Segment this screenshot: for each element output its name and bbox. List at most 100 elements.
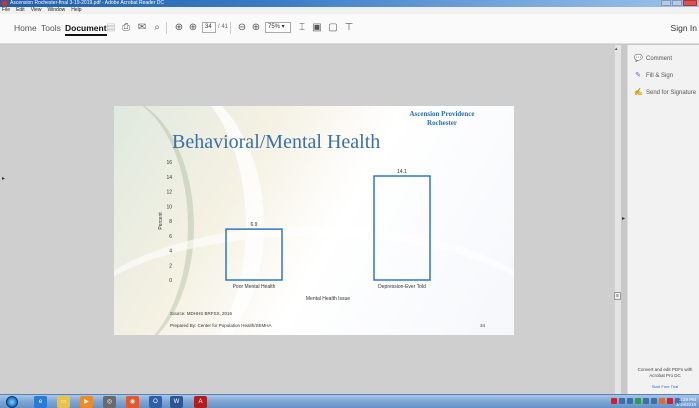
menu-window[interactable]: Window	[47, 7, 65, 14]
windows-taskbar: e ▭ ▶ ◎ ◉ O W A 3:29 PM 3/19/2019	[0, 394, 699, 408]
y-tick-label: 2	[169, 263, 172, 269]
word-icon[interactable]: W	[170, 396, 183, 408]
email-icon[interactable]: ✉	[136, 22, 148, 34]
y-tick-label: 10	[166, 204, 172, 210]
fullscreen-icon[interactable]: ▢	[327, 22, 339, 34]
system-tray	[611, 398, 681, 404]
x-category-label: Poor Mental Health	[233, 284, 276, 290]
bar	[225, 228, 283, 281]
toolbar-separator	[230, 22, 231, 34]
y-axis-label: Percent	[158, 212, 164, 230]
main-toolbar: Home Tools Document ▤ ⎙ ✉ ⌕ ⊕ ⊕ 34 / 41 …	[0, 14, 699, 44]
zoom-out-icon[interactable]: ⊖	[236, 22, 248, 34]
fill-sign-tool[interactable]: ✎ Fill & Sign	[634, 72, 673, 80]
sign-in-link[interactable]: Sign In	[671, 23, 697, 33]
comment-icon: 💬	[634, 55, 643, 62]
vertical-scrollbar[interactable]	[614, 45, 621, 394]
right-tools-panel: 💬 Comment ✎ Fill & Sign ✍ Send for Signa…	[627, 45, 699, 394]
fill-sign-icon: ✎	[635, 72, 641, 79]
menu-file[interactable]: File	[2, 7, 10, 14]
scroll-up-icon[interactable]: ▴	[615, 46, 618, 52]
clock-date: 3/19/2019	[675, 402, 696, 407]
tray-icon[interactable]	[651, 398, 657, 404]
zoom-value: 75%	[268, 24, 281, 30]
fit-page-icon[interactable]: ⌶	[296, 22, 308, 34]
tab-tools[interactable]: Tools	[41, 23, 61, 33]
data-label: 14.1	[397, 169, 407, 175]
tray-icon[interactable]	[659, 398, 665, 404]
tray-icon[interactable]	[611, 398, 617, 404]
media-player-icon[interactable]: ▶	[80, 396, 93, 408]
bar	[373, 175, 431, 281]
tab-home[interactable]: Home	[14, 23, 37, 33]
close-button[interactable]	[683, 0, 697, 6]
y-tick-label: 8	[169, 219, 172, 225]
outlook-icon[interactable]: O	[149, 396, 162, 408]
zoom-in-icon[interactable]: ⊕	[250, 22, 262, 34]
menu-help[interactable]: Help	[71, 7, 81, 14]
comment-tool[interactable]: 💬 Comment	[634, 55, 672, 63]
comment-label: Comment	[646, 56, 673, 62]
page-down-icon[interactable]: ⊕	[187, 22, 199, 34]
tray-icon[interactable]	[643, 398, 649, 404]
menu-bar: File Edit View Window Help	[0, 7, 699, 14]
page-number-input[interactable]: 34	[202, 22, 216, 33]
ie-icon[interactable]: e	[34, 396, 47, 408]
toolbar-separator	[166, 22, 167, 34]
tray-icon[interactable]	[619, 398, 625, 404]
start-free-trial-link[interactable]: Start Free Trial	[632, 384, 698, 389]
bar-chart: 0 2 4 6 8 10 12 14 16 Percent 6.9 Poor Mental Healt…	[158, 158, 489, 313]
page-thumbnail-button[interactable]: ≡	[614, 292, 621, 300]
window-titlebar: Ascension Rochester-final 3-19-2019.pdf …	[0, 0, 699, 7]
x-category-label: Depression-Ever Told	[378, 284, 426, 290]
search-icon[interactable]: ⌕	[151, 22, 163, 34]
logo-line2: Rochester	[427, 119, 457, 127]
right-panel-toggle-icon[interactable]: ▸	[622, 215, 625, 222]
chrome-icon[interactable]: ◉	[126, 396, 139, 408]
y-tick-label: 16	[166, 160, 172, 166]
slide-logo: Ascension Providence Rochester	[382, 110, 502, 128]
slide-title: Behavioral/Mental Health	[172, 131, 381, 153]
acrobat-taskbar-icon[interactable]: A	[194, 396, 207, 408]
tab-document[interactable]: Document	[65, 23, 107, 36]
y-tick-label: 6	[169, 234, 172, 240]
scroll-mode-icon[interactable]: ▣	[311, 22, 323, 34]
left-panel-toggle-icon[interactable]: ▸	[2, 175, 5, 182]
bar-chart-svg: 0 2 4 6 8 10 12 14 16 Percent 6.9 Poor Mental Healt…	[158, 160, 431, 302]
page-total: / 41	[218, 24, 229, 30]
slide-prepared-by: Prepared By: Center for Population Healt…	[170, 323, 272, 328]
save-icon[interactable]: ▤	[105, 22, 117, 34]
y-tick-label: 12	[166, 190, 172, 196]
tray-icon[interactable]	[667, 398, 673, 404]
y-tick-label: 0	[169, 278, 172, 284]
window-controls	[661, 0, 697, 7]
tray-icon[interactable]	[635, 398, 641, 404]
logo-line1: Ascension Providence	[409, 110, 475, 118]
explorer-icon[interactable]: ▭	[57, 396, 70, 408]
page-up-icon[interactable]: ⊕	[173, 22, 185, 34]
highlight-icon[interactable]: ⊤	[343, 22, 355, 34]
x-axis-label: Mental Health Issue	[306, 296, 350, 302]
slide-page-number: 34	[480, 323, 486, 328]
menu-view[interactable]: View	[31, 7, 42, 14]
y-tick-label: 4	[169, 249, 172, 255]
menu-edit[interactable]: Edit	[16, 7, 25, 14]
y-tick-label: 14	[166, 175, 172, 181]
acrobat-app-icon	[2, 1, 7, 6]
minimize-button[interactable]	[661, 0, 671, 6]
zoom-select[interactable]: 75% ▾	[265, 22, 291, 33]
window-title: Ascension Rochester-final 3-19-2019.pdf …	[10, 0, 164, 6]
fill-sign-label: Fill & Sign	[646, 73, 674, 79]
tray-icon[interactable]	[627, 398, 633, 404]
print-icon[interactable]: ⎙	[120, 22, 132, 34]
taskbar-clock[interactable]: 3:29 PM 3/19/2019	[676, 397, 696, 407]
app-icon[interactable]: ◎	[103, 396, 116, 408]
slide-source: Source: MDHHS BRFSS, 2016	[170, 311, 233, 316]
send-signature-label: Send for Signature	[646, 90, 697, 96]
pdf-page-slide: Ascension Providence Rochester Behaviora…	[114, 106, 514, 335]
start-button[interactable]	[6, 396, 18, 408]
data-label: 6.9	[251, 222, 258, 228]
promo-text: Convert and edit PDFs with Acrobat Pro D…	[637, 367, 693, 378]
maximize-button[interactable]	[672, 0, 682, 6]
send-signature-tool[interactable]: ✍ Send for Signature	[634, 89, 696, 97]
